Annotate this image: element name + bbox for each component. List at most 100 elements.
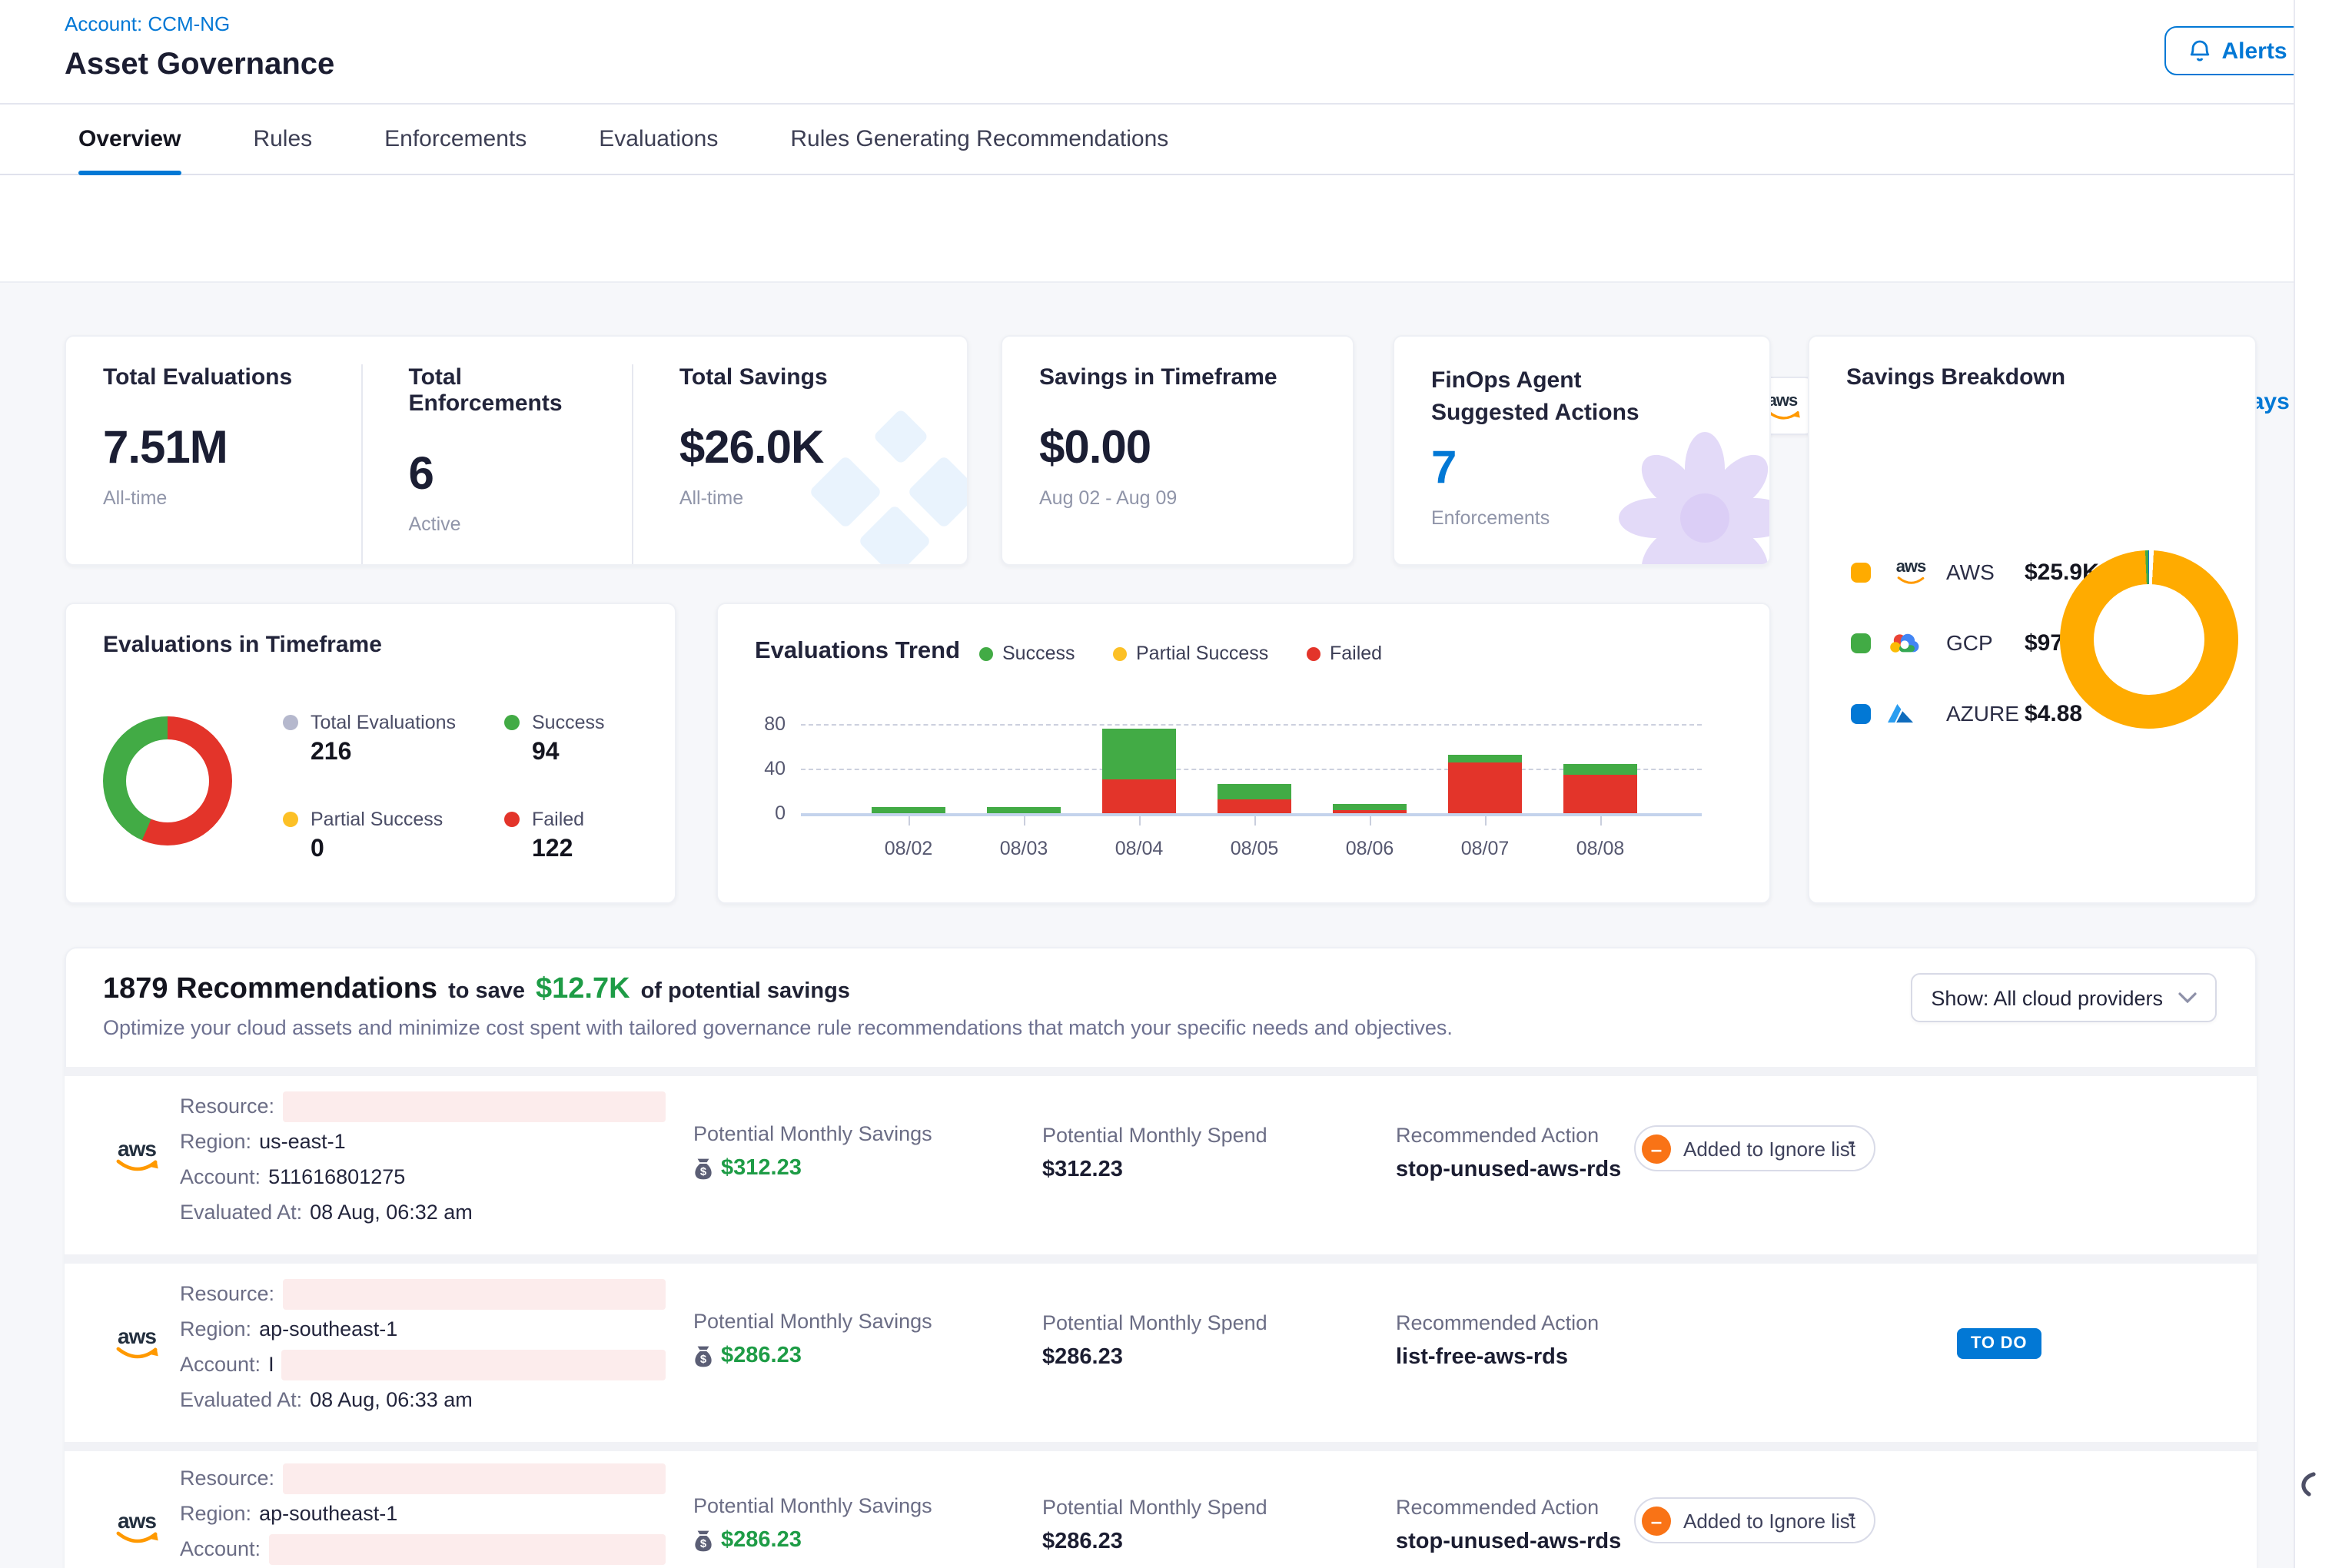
legend-value: 216 <box>311 739 351 767</box>
recommendation-row[interactable]: aws Resource: Region:us-east-1 Account:5… <box>65 1076 2257 1254</box>
stat-title: Total Evaluations <box>103 364 346 390</box>
account-breadcrumb-link[interactable]: Account: CCM-NG <box>65 12 230 35</box>
money-bag-icon: $ <box>693 1344 713 1367</box>
added-to-ignore-list-pill[interactable]: – Added to Ignore list <box>1634 1497 1875 1543</box>
monthly-spend-value: $286.23 <box>1042 1530 1267 1554</box>
savings-breakdown-donut <box>2060 550 2238 729</box>
row-divider <box>65 1442 2257 1451</box>
region-value: ap-southeast-1 <box>259 1317 397 1340</box>
evaluated-value: 08 Aug, 06:32 am <box>310 1201 473 1224</box>
row-divider <box>65 1254 2257 1264</box>
resource-label: Resource: <box>180 1095 274 1118</box>
success-dot-icon <box>979 646 993 660</box>
recommendations-subtitle: Optimize your cloud assets and minimize … <box>103 1016 1453 1039</box>
tab-overview[interactable]: Overview <box>78 105 181 174</box>
page-header: Account: CCM-NG Asset Governance Alerts <box>0 0 2352 105</box>
gcp-color-chip <box>1851 633 1871 653</box>
evaluations-trend-card: Evaluations Trend Success Partial Succes… <box>716 603 1771 904</box>
evaluations-timeframe-card: Evaluations in Timeframe Total Evaluatio… <box>65 603 676 904</box>
legend-value: 122 <box>532 836 573 864</box>
legend-success: Success <box>504 712 605 733</box>
tab-rules[interactable]: Rules <box>253 105 312 174</box>
recommendation-row[interactable]: aws Resource: Region:ap-southeast-1 Acco… <box>65 1264 2257 1442</box>
finops-agent-card: FinOps Agent Suggested Actions 7 Enforce… <box>1393 335 1771 566</box>
account-label: Account: <box>180 1165 261 1188</box>
account-value: I <box>268 1353 274 1376</box>
breakdown-legend-gcp: GCP $97.19 <box>1851 626 2095 659</box>
chevron-down-icon <box>2178 992 2197 1004</box>
x-axis-baseline <box>801 813 1702 816</box>
recommendations-count: 1879 Recommendations <box>103 973 437 1007</box>
column-header: Potential Monthly Savings <box>693 1122 932 1145</box>
todo-status-badge[interactable]: TO DO <box>1957 1328 2041 1359</box>
svg-text:$: $ <box>700 1165 707 1178</box>
legend-label: Failed <box>1330 643 1382 664</box>
column-header: Potential Monthly Savings <box>693 1494 932 1517</box>
dropdown-value: Show: All cloud providers <box>1931 986 2163 1009</box>
recommendation-row[interactable]: aws Resource: Region:ap-southeast-1 Acco… <box>65 1451 2257 1568</box>
spend-column: Potential Monthly Spend $312.23 <box>1042 1124 1267 1182</box>
provider-savings: $4.88 <box>2025 700 2082 726</box>
svg-text:$: $ <box>700 1537 707 1550</box>
evaluated-label: Evaluated At: <box>180 1388 302 1411</box>
total-dot-icon <box>283 715 298 730</box>
failed-dot-icon <box>1307 646 1321 660</box>
y-tick-80: 80 <box>733 713 786 735</box>
stat-value: $26.0K <box>679 423 952 475</box>
monthly-savings-value: $286.23 <box>721 1344 802 1368</box>
trend-legend-failed: Failed <box>1307 643 1382 664</box>
ignore-status-label: Added to Ignore list <box>1683 1509 1855 1532</box>
provider-name: GCP <box>1946 630 2025 655</box>
region-label: Region: <box>180 1130 251 1153</box>
gcp-logo-icon <box>1888 631 1934 654</box>
evaluations-donut <box>103 716 232 845</box>
region-label: Region: <box>180 1502 251 1525</box>
trend-legend-success: Success <box>979 643 1075 664</box>
monthly-savings-value: $286.23 <box>721 1528 802 1553</box>
region-value: ap-southeast-1 <box>259 1502 397 1525</box>
aws-logo-icon: aws <box>115 1138 158 1171</box>
clipped-help-icon <box>2297 1471 2318 1502</box>
legend-label: Success <box>532 712 605 733</box>
money-bag-icon: $ <box>693 1157 713 1180</box>
ignore-minus-icon: – <box>1642 1506 1671 1535</box>
azure-logo-icon <box>1888 703 1934 724</box>
added-to-ignore-list-pill[interactable]: – Added to Ignore list <box>1634 1125 1875 1171</box>
column-header: Potential Monthly Spend <box>1042 1124 1267 1147</box>
provider-name: AZURE <box>1946 701 2025 726</box>
savings-column: Potential Monthly Savings $ $312.23 <box>693 1122 932 1181</box>
column-header: Potential Monthly Spend <box>1042 1311 1267 1334</box>
trend-bars: 08/0208/0308/0408/0508/0608/0708/08 <box>801 712 1702 813</box>
tab-evaluations[interactable]: Evaluations <box>599 105 718 174</box>
trend-legend-partial: Partial Success <box>1113 643 1268 664</box>
partial-dot-icon <box>1113 646 1127 660</box>
card-title: Savings Breakdown <box>1846 364 2065 390</box>
tab-rules-generating-recommendations[interactable]: Rules Generating Recommendations <box>790 105 1168 174</box>
recommended-action-value: list-free-aws-rds <box>1396 1345 1599 1370</box>
stat-caption: Active <box>409 513 616 535</box>
recommended-action-value: stop-unused-aws-rds <box>1396 1158 1621 1182</box>
right-scroll-rail[interactable] <box>2294 0 2352 1568</box>
spend-column: Potential Monthly Spend $286.23 <box>1042 1496 1267 1554</box>
stat-value: $0.00 <box>1039 423 1316 475</box>
tab-enforcements[interactable]: Enforcements <box>384 105 527 174</box>
savings-timeframe-card: Savings in Timeframe $0.00 Aug 02 - Aug … <box>1001 335 1354 566</box>
legend-label: Failed <box>532 809 584 830</box>
legend-partial-success: Partial Success <box>283 809 443 830</box>
redacted-account <box>268 1533 666 1564</box>
stat-value: 7.51M <box>103 423 346 475</box>
evaluated-label: Evaluated At: <box>180 1201 302 1224</box>
column-header: Recommended Action <box>1396 1311 1599 1334</box>
provider-name: AWS <box>1946 560 2025 584</box>
alerts-button-label: Alerts <box>2221 38 2287 64</box>
partial-dot-icon <box>283 812 298 827</box>
stat-value: 6 <box>409 449 616 501</box>
card-title: Evaluations Trend <box>755 638 960 666</box>
monthly-savings-value: $312.23 <box>721 1156 802 1181</box>
alerts-button[interactable]: Alerts <box>2164 26 2310 75</box>
column-header: Recommended Action <box>1396 1496 1621 1519</box>
stat-caption: Aug 02 - Aug 09 <box>1039 487 1316 509</box>
cloud-provider-filter-dropdown[interactable]: Show: All cloud providers <box>1911 973 2217 1022</box>
legend-value: 0 <box>311 836 324 864</box>
breakdown-legend-aws: aws AWS $25.9K <box>1851 555 2099 589</box>
